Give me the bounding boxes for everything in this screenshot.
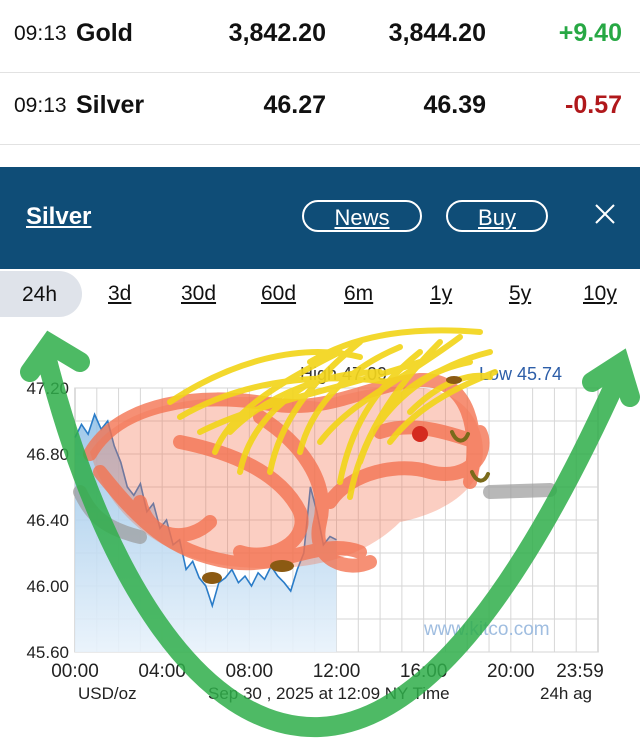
- quote-bid: 46.27: [263, 91, 326, 119]
- unit-label: USD/oz: [78, 684, 137, 703]
- quote-change: -0.57: [565, 91, 622, 119]
- quote-ask: 3,844.20: [388, 19, 486, 47]
- tab-10y[interactable]: 10y: [583, 282, 617, 306]
- range-tabs: 24h 3d 30d 60d 6m 1y 5y 10y: [0, 269, 640, 321]
- quote-row-gold[interactable]: 09:13 Gold 3,842.20 3,844.20 +9.40: [0, 0, 640, 73]
- instrument-title[interactable]: Silver: [26, 203, 91, 231]
- news-button[interactable]: News: [302, 200, 422, 232]
- quote-row-silver[interactable]: 09:13 Silver 46.27 46.39 -0.57: [0, 72, 640, 145]
- tab-24h[interactable]: 24h: [0, 271, 82, 317]
- y-tick-label: 45.60: [26, 643, 69, 662]
- quote-name: Gold: [76, 19, 133, 47]
- y-tick-label: 46.40: [26, 511, 69, 530]
- tab-3d[interactable]: 3d: [108, 282, 131, 306]
- tab-6m[interactable]: 6m: [344, 282, 373, 306]
- quote-ask: 46.39: [423, 91, 486, 119]
- x-tick-label: 00:00: [51, 661, 99, 682]
- tab-1y[interactable]: 1y: [430, 282, 452, 306]
- x-tick-label: 23:59: [556, 661, 604, 682]
- x-tick-label: 12:00: [313, 661, 361, 682]
- instrument-header: Silver News Buy: [0, 167, 640, 269]
- price-chart: 47.20 46.80 46.40 46.00 45.60 00:00 04:00 08:0…: [0, 322, 640, 738]
- quote-time: 09:13: [14, 22, 67, 45]
- quote-name: Silver: [76, 91, 145, 119]
- tab-30d[interactable]: 30d: [181, 282, 216, 306]
- quote-bid: 3,842.20: [228, 19, 326, 47]
- y-tick-label: 46.00: [26, 577, 69, 596]
- x-tick-label: 20:00: [487, 661, 535, 682]
- tab-60d[interactable]: 60d: [261, 282, 296, 306]
- x-tick-label: 08:00: [226, 661, 274, 682]
- chart-svg: 47.2046.8046.4046.0045.60 00:00 04:00 08:0…: [20, 327, 640, 738]
- buy-button[interactable]: Buy: [446, 200, 548, 232]
- tab-5y[interactable]: 5y: [509, 282, 531, 306]
- quote-change: +9.40: [558, 19, 622, 47]
- quote-time: 09:13: [14, 94, 67, 117]
- period-label: 24h ag: [540, 684, 592, 703]
- close-icon[interactable]: [590, 199, 620, 229]
